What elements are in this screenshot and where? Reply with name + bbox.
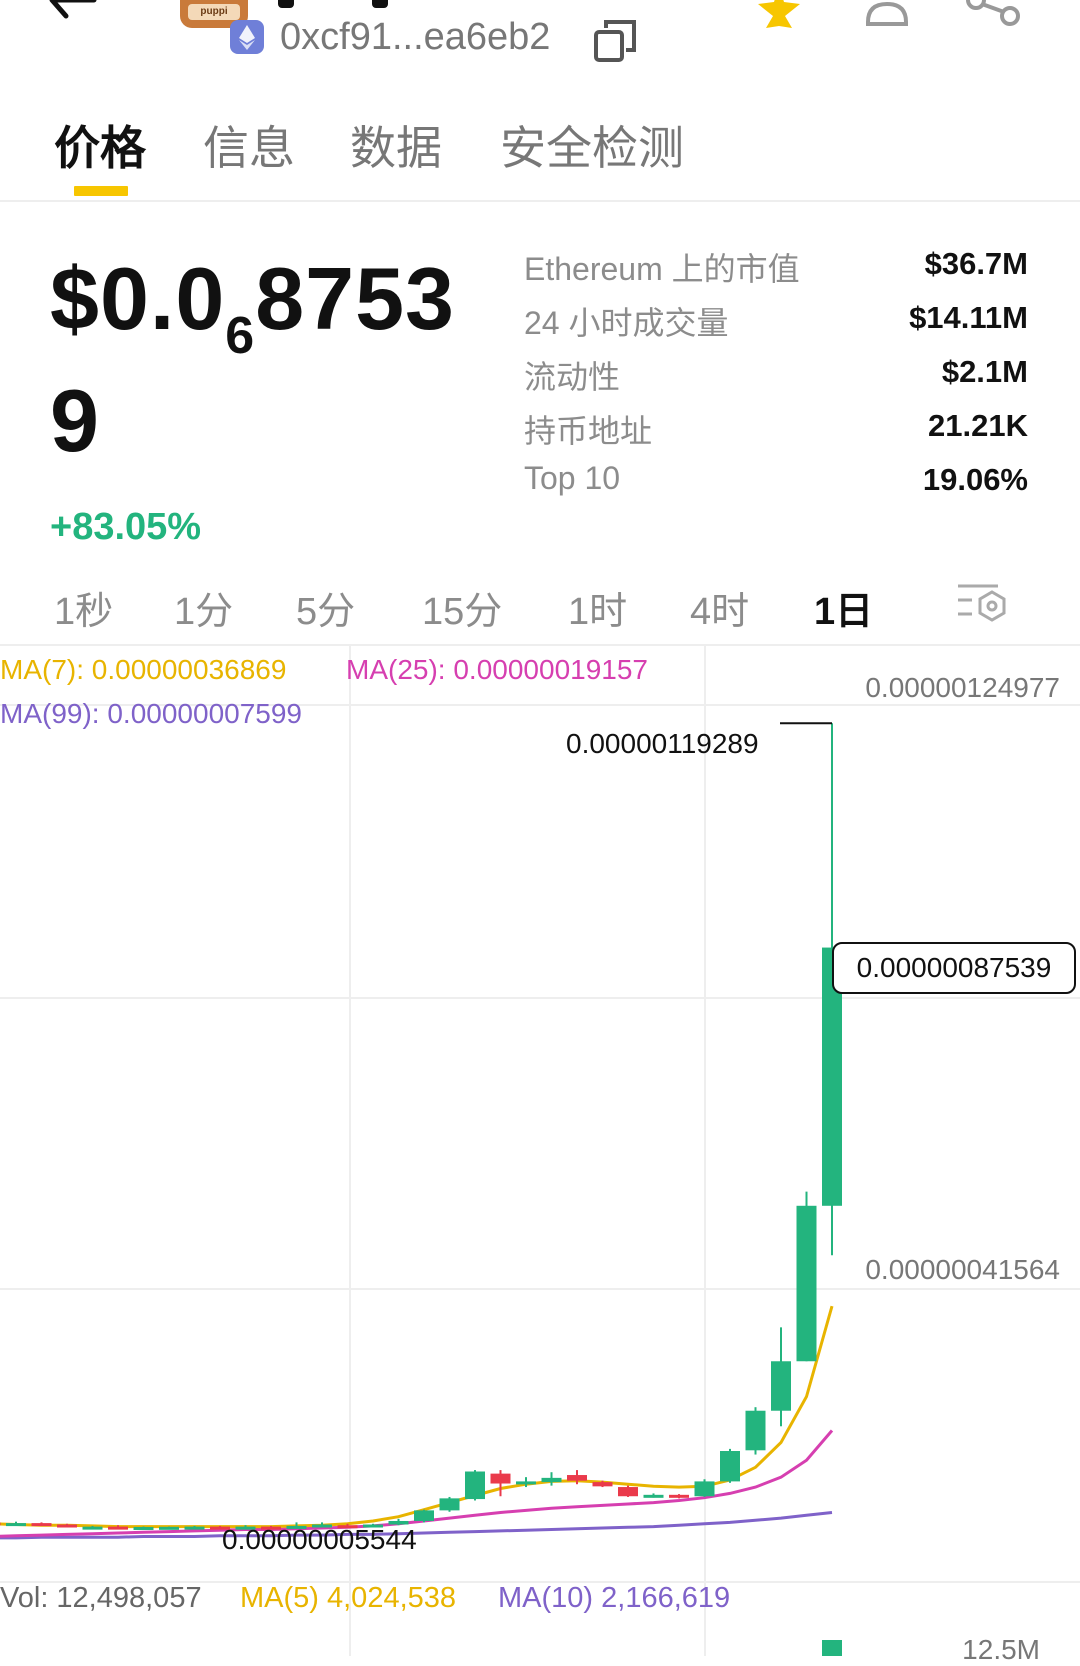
candle-body bbox=[159, 1526, 179, 1530]
timeframe-4h[interactable]: 4时 bbox=[690, 580, 749, 635]
share-icon[interactable] bbox=[962, 0, 1024, 36]
candle-body bbox=[414, 1510, 434, 1521]
token-stats: Ethereum 上的市值 $36.7M 24 小时成交量 $14.11M 流动… bbox=[524, 240, 1028, 510]
current-price-tag[interactable]: 0.00000087539 bbox=[832, 942, 1076, 994]
candle-body bbox=[694, 1481, 715, 1497]
price-wrapped-digit: 9 bbox=[50, 371, 99, 470]
stat-value: $36.7M bbox=[924, 246, 1028, 281]
candle-body bbox=[567, 1475, 587, 1481]
candle-body bbox=[745, 1410, 766, 1451]
high-price-annotation: 0.00000119289 bbox=[566, 728, 759, 759]
volume-label: Vol: 12,498,057 bbox=[0, 1582, 202, 1614]
timeframe-1s[interactable]: 1秒 bbox=[54, 580, 113, 635]
price-zero-count: 6 bbox=[225, 307, 256, 365]
chart-settings-icon[interactable] bbox=[956, 580, 1008, 624]
stat-label: Top 10 bbox=[524, 460, 621, 496]
price-prefix: $0.0 bbox=[50, 249, 226, 348]
candle-body bbox=[490, 1473, 511, 1484]
candle-body bbox=[6, 1523, 26, 1527]
volume-ma10-label: MA(10) 2,166,619 bbox=[498, 1582, 731, 1614]
stat-24h-volume: 24 小时成交量 $14.11M bbox=[524, 294, 1028, 348]
stat-value: 19.06% bbox=[922, 462, 1028, 497]
active-tab-indicator bbox=[74, 186, 128, 196]
price-digits: 8753 bbox=[255, 249, 455, 348]
tab-price[interactable]: 价格 bbox=[54, 112, 146, 178]
stat-label: Ethereum 上的市值 bbox=[524, 251, 800, 287]
ma25-label: MA(25): 0.00000019157 bbox=[346, 654, 648, 685]
ma7-label: MA(7): 0.00000036869 bbox=[0, 654, 287, 685]
candle-body bbox=[541, 1477, 562, 1483]
top-bar: puppi 0xcf91...ea6eb2 bbox=[0, 0, 1080, 80]
candle-body bbox=[771, 1361, 791, 1411]
candle-body bbox=[82, 1526, 103, 1530]
tab-info[interactable]: 信息 bbox=[203, 112, 295, 178]
candle-body bbox=[439, 1498, 460, 1511]
section-tabs: 价格 信息 数据 安全检测 bbox=[0, 100, 1080, 202]
candle-body bbox=[516, 1481, 536, 1485]
stat-liquidity: 流动性 $2.1M bbox=[524, 348, 1028, 402]
candle-body bbox=[796, 1205, 817, 1362]
stat-value: $14.11M bbox=[909, 300, 1028, 335]
token-symbol-fragment bbox=[278, 0, 294, 8]
candle-body bbox=[643, 1494, 664, 1498]
stat-label: 持币地址 bbox=[524, 413, 653, 449]
tab-security-check[interactable]: 安全检测 bbox=[500, 112, 684, 178]
price-alert-bell-icon[interactable] bbox=[862, 0, 912, 56]
back-arrow-icon[interactable] bbox=[44, 0, 104, 22]
candle-body bbox=[31, 1523, 52, 1527]
stat-top10: Top 10 19.06% bbox=[524, 456, 1028, 510]
favorite-star-icon[interactable] bbox=[754, 0, 804, 28]
candle-body bbox=[184, 1526, 205, 1530]
y-axis-low: 0.00000041564 bbox=[865, 1254, 1060, 1285]
y-axis-top: 0.00000124977 bbox=[865, 672, 1060, 703]
timeframe-5m[interactable]: 5分 bbox=[296, 580, 355, 635]
candle-body bbox=[0, 1522, 1, 1526]
timeframe-15m[interactable]: 15分 bbox=[422, 580, 502, 635]
low-price-annotation: 0.00000005544 bbox=[222, 1524, 417, 1555]
stat-value: $2.1M bbox=[941, 354, 1028, 389]
current-price: $0.068753 bbox=[50, 248, 455, 366]
timeframe-bar: 1秒 1分 5分 15分 1时 4时 1日 bbox=[0, 560, 1080, 646]
copy-icon[interactable] bbox=[592, 18, 638, 64]
candle-body bbox=[669, 1494, 689, 1498]
stat-label: 流动性 bbox=[524, 359, 621, 395]
timeframe-1h[interactable]: 1时 bbox=[568, 580, 627, 635]
contract-address: 0xcf91...ea6eb2 bbox=[280, 16, 551, 58]
candle-body bbox=[465, 1471, 485, 1500]
candle-body bbox=[133, 1526, 154, 1530]
volume-ma5-label: MA(5) 4,024,538 bbox=[240, 1582, 457, 1614]
volume-bar bbox=[822, 1640, 842, 1656]
stat-label: 24 小时成交量 bbox=[524, 305, 729, 341]
stat-value: 21.21K bbox=[928, 408, 1028, 443]
candle-body bbox=[57, 1524, 77, 1528]
timeframe-1m[interactable]: 1分 bbox=[174, 580, 233, 635]
candle-body bbox=[592, 1482, 613, 1487]
stat-holders: 持币地址 21.21K bbox=[524, 402, 1028, 456]
candlestick-chart[interactable] bbox=[0, 645, 1080, 1656]
ma99-label: MA(99): 0.00000007599 bbox=[0, 698, 302, 729]
candle-body bbox=[108, 1526, 128, 1530]
token-symbol-fragment bbox=[372, 0, 388, 8]
volume-axis-label: 12.5M bbox=[962, 1634, 1040, 1665]
ethereum-chain-icon bbox=[230, 20, 264, 54]
candle-body bbox=[618, 1487, 638, 1497]
price-change-percent: +83.05% bbox=[50, 506, 202, 548]
tab-data[interactable]: 数据 bbox=[350, 112, 442, 178]
candle-body bbox=[720, 1451, 740, 1482]
stat-market-cap: Ethereum 上的市值 $36.7M bbox=[524, 240, 1028, 294]
timeframe-1d[interactable]: 1日 bbox=[814, 580, 873, 635]
